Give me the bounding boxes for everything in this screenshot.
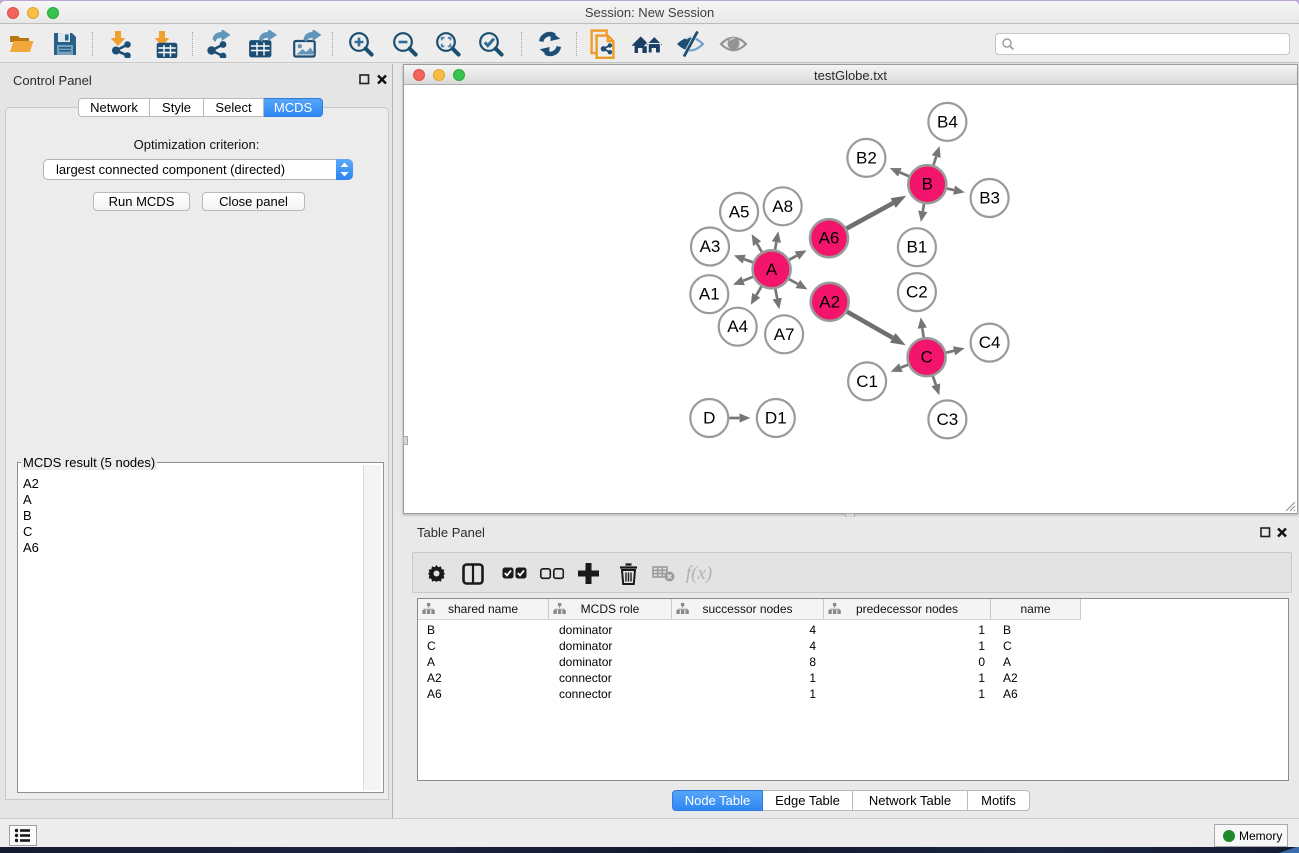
svg-text:C1: C1 (856, 372, 878, 391)
svg-text:A7: A7 (774, 325, 795, 344)
svg-text:D: D (703, 409, 715, 428)
svg-text:C4: C4 (979, 333, 1001, 352)
svg-text:A6: A6 (819, 229, 840, 248)
svg-text:A3: A3 (700, 237, 721, 256)
svg-text:A: A (766, 260, 778, 279)
svg-text:A2: A2 (819, 292, 840, 311)
svg-text:C3: C3 (937, 410, 959, 429)
svg-text:B2: B2 (856, 148, 877, 167)
svg-text:C2: C2 (906, 283, 928, 302)
svg-text:A1: A1 (699, 285, 720, 304)
svg-text:A4: A4 (727, 317, 748, 336)
svg-text:B1: B1 (907, 238, 928, 257)
svg-text:B3: B3 (979, 189, 1000, 208)
svg-text:A8: A8 (772, 197, 793, 216)
svg-text:B: B (922, 175, 933, 194)
svg-text:C: C (920, 348, 932, 367)
svg-text:D1: D1 (765, 409, 787, 428)
svg-text:B4: B4 (937, 112, 958, 131)
svg-text:A5: A5 (729, 202, 750, 221)
